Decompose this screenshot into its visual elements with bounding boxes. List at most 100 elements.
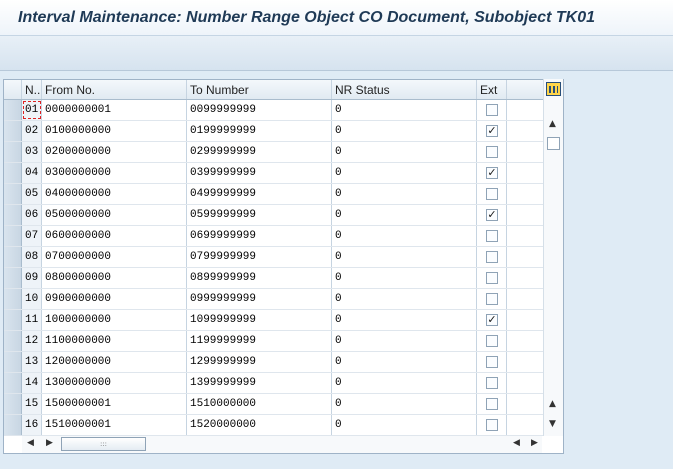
ext-checkbox[interactable] xyxy=(486,104,498,116)
table-row[interactable]: 05 0400000000 0499999999 0 xyxy=(4,184,563,205)
ext-checkbox[interactable] xyxy=(486,146,498,158)
from-number-cell[interactable]: 0300000000 xyxy=(42,163,187,183)
table-row[interactable]: 10 0900000000 0999999999 0 xyxy=(4,289,563,310)
ext-checkbox[interactable] xyxy=(486,398,498,410)
table-row[interactable]: 08 0700000000 0799999999 0 xyxy=(4,247,563,268)
scroll-left-end-icon[interactable]: ◀ xyxy=(513,438,520,448)
select-all-header[interactable] xyxy=(4,80,22,99)
row-selector[interactable] xyxy=(4,184,22,204)
table-row[interactable]: 09 0800000000 0899999999 0 xyxy=(4,268,563,289)
nr-status-cell[interactable]: 0 xyxy=(332,184,477,204)
to-number-cell[interactable]: 1510000000 xyxy=(187,394,332,414)
row-selector[interactable] xyxy=(4,247,22,267)
scroll-right-end-icon[interactable]: ▶ xyxy=(531,438,538,448)
ext-checkbox[interactable] xyxy=(486,230,498,242)
nr-status-cell[interactable]: 0 xyxy=(332,142,477,162)
ext-checkbox[interactable] xyxy=(486,188,498,200)
table-row[interactable]: 07 0600000000 0699999999 0 xyxy=(4,226,563,247)
table-row[interactable]: 02 0100000000 0199999999 0 ✓ xyxy=(4,121,563,142)
row-number-cell[interactable]: 06 xyxy=(22,205,42,225)
row-selector[interactable] xyxy=(4,415,22,435)
to-number-cell[interactable]: 0199999999 xyxy=(187,121,332,141)
table-row[interactable]: 11 1000000000 1099999999 0 ✓ xyxy=(4,310,563,331)
column-header-ext[interactable]: Ext xyxy=(477,80,507,99)
row-selector[interactable] xyxy=(4,331,22,351)
ext-checkbox[interactable]: ✓ xyxy=(486,167,498,179)
from-number-cell[interactable]: 1510000001 xyxy=(42,415,187,435)
to-number-cell[interactable]: 1099999999 xyxy=(187,310,332,330)
nr-status-cell[interactable]: 0 xyxy=(332,163,477,183)
to-number-cell[interactable]: 0099999999 xyxy=(187,100,332,120)
table-row[interactable]: 13 1200000000 1299999999 0 xyxy=(4,352,563,373)
ext-checkbox[interactable]: ✓ xyxy=(486,125,498,137)
horizontal-scrollbar[interactable]: ◀ ▶ ::: ◀ ▶ xyxy=(22,436,542,453)
to-number-cell[interactable]: 1299999999 xyxy=(187,352,332,372)
horizontal-scroll-thumb[interactable]: ::: xyxy=(61,437,146,451)
from-number-cell[interactable]: 0100000000 xyxy=(42,121,187,141)
to-number-cell[interactable]: 0799999999 xyxy=(187,247,332,267)
table-row[interactable]: 15 1500000001 1510000000 0 xyxy=(4,394,563,415)
row-number-cell[interactable]: 10 xyxy=(22,289,42,309)
from-number-cell[interactable]: 0800000000 xyxy=(42,268,187,288)
scroll-up-bottom-icon[interactable]: ▲ xyxy=(549,399,556,409)
from-number-cell[interactable]: 0600000000 xyxy=(42,226,187,246)
nr-status-cell[interactable]: 0 xyxy=(332,394,477,414)
row-number-cell[interactable]: 12 xyxy=(22,331,42,351)
row-number-cell[interactable]: 16 xyxy=(22,415,42,435)
to-number-cell[interactable]: 0699999999 xyxy=(187,226,332,246)
ext-checkbox[interactable]: ✓ xyxy=(486,209,498,221)
vertical-scroll-thumb[interactable] xyxy=(547,137,560,150)
nr-status-cell[interactable]: 0 xyxy=(332,289,477,309)
ext-checkbox[interactable] xyxy=(486,293,498,305)
to-number-cell[interactable]: 1520000000 xyxy=(187,415,332,435)
row-selector[interactable] xyxy=(4,394,22,414)
table-layout-icon[interactable] xyxy=(546,82,561,96)
row-number-cell[interactable]: 15 xyxy=(22,394,42,414)
row-number-cell[interactable]: 05 xyxy=(22,184,42,204)
row-selector[interactable] xyxy=(4,100,22,120)
from-number-cell[interactable]: 0700000000 xyxy=(42,247,187,267)
from-number-cell[interactable]: 0000000001 xyxy=(42,100,187,120)
nr-status-cell[interactable]: 0 xyxy=(332,373,477,393)
ext-checkbox[interactable] xyxy=(486,251,498,263)
vertical-scrollbar[interactable]: ▲ ▲ ▼ xyxy=(543,79,563,436)
from-number-cell[interactable]: 0900000000 xyxy=(42,289,187,309)
table-row[interactable]: 03 0200000000 0299999999 0 xyxy=(4,142,563,163)
to-number-cell[interactable]: 0899999999 xyxy=(187,268,332,288)
table-row[interactable]: 12 1100000000 1199999999 0 xyxy=(4,331,563,352)
nr-status-cell[interactable]: 0 xyxy=(332,415,477,435)
to-number-cell[interactable]: 0499999999 xyxy=(187,184,332,204)
column-header-status[interactable]: NR Status xyxy=(332,80,477,99)
to-number-cell[interactable]: 0399999999 xyxy=(187,163,332,183)
from-number-cell[interactable]: 1000000000 xyxy=(42,310,187,330)
nr-status-cell[interactable]: 0 xyxy=(332,100,477,120)
ext-checkbox[interactable]: ✓ xyxy=(486,314,498,326)
from-number-cell[interactable]: 1100000000 xyxy=(42,331,187,351)
row-number-cell[interactable]: 03 xyxy=(22,142,42,162)
column-header-from[interactable]: From No. xyxy=(42,80,187,99)
from-number-cell[interactable]: 0400000000 xyxy=(42,184,187,204)
scroll-down-icon[interactable]: ▼ xyxy=(549,419,556,429)
nr-status-cell[interactable]: 0 xyxy=(332,205,477,225)
row-number-cell[interactable]: 02 xyxy=(22,121,42,141)
row-number-cell[interactable]: 08 xyxy=(22,247,42,267)
row-selector[interactable] xyxy=(4,310,22,330)
to-number-cell[interactable]: 1399999999 xyxy=(187,373,332,393)
nr-status-cell[interactable]: 0 xyxy=(332,352,477,372)
from-number-cell[interactable]: 0500000000 xyxy=(42,205,187,225)
row-selector[interactable] xyxy=(4,163,22,183)
row-number-cell[interactable]: 11 xyxy=(22,310,42,330)
row-number-cell[interactable]: 14 xyxy=(22,373,42,393)
to-number-cell[interactable]: 1199999999 xyxy=(187,331,332,351)
table-row[interactable]: 14 1300000000 1399999999 0 xyxy=(4,373,563,394)
from-number-cell[interactable]: 1300000000 xyxy=(42,373,187,393)
row-number-cell[interactable]: 13 xyxy=(22,352,42,372)
row-selector[interactable] xyxy=(4,142,22,162)
table-row[interactable]: 16 1510000001 1520000000 0 xyxy=(4,415,563,436)
row-selector[interactable] xyxy=(4,121,22,141)
nr-status-cell[interactable]: 0 xyxy=(332,331,477,351)
from-number-cell[interactable]: 0200000000 xyxy=(42,142,187,162)
column-header-n[interactable]: N.. xyxy=(22,80,42,99)
table-row[interactable]: 01 0000000001 0099999999 0 xyxy=(4,100,563,121)
row-selector[interactable] xyxy=(4,289,22,309)
